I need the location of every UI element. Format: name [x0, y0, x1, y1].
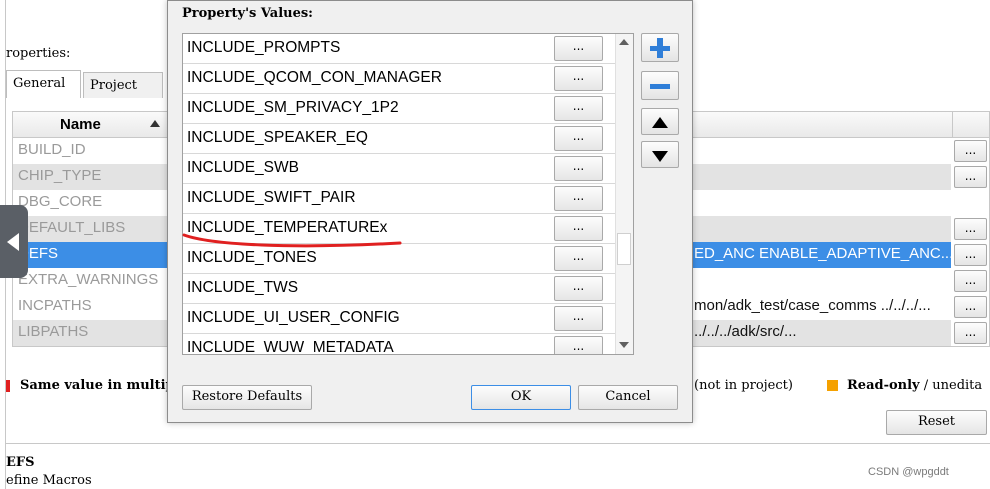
list-item[interactable]: INCLUDE_PROMPTS ... — [183, 34, 617, 64]
tab-general[interactable]: General — [6, 70, 81, 98]
legend-readonly-rest: / unedita — [923, 378, 983, 393]
list-item[interactable]: INCLUDE_TWS ... — [183, 274, 617, 304]
grid-row-name: CHIP_TYPE — [18, 167, 102, 184]
list-item[interactable]: INCLUDE_UI_USER_CONFIG ... — [183, 304, 617, 334]
move-down-button[interactable] — [641, 141, 679, 168]
scrollbar-thumb[interactable] — [617, 233, 631, 265]
incpaths-value: mon/adk_test/case_comms ../../../... — [694, 297, 931, 314]
legend-not-in-project: (not in project) — [694, 378, 793, 393]
properties-label: roperties: — [6, 46, 71, 61]
add-value-button[interactable] — [641, 33, 679, 62]
list-item[interactable]: INCLUDE_QCOM_CON_MANAGER ... — [183, 64, 617, 94]
libpaths-browse-button[interactable]: ... — [954, 322, 987, 344]
footer-divider — [6, 443, 990, 444]
property-values-dialog: Property's Values: INCLUDE_PROMPTS ... I… — [167, 0, 693, 423]
chip-type-browse-button[interactable]: ... — [954, 166, 987, 188]
grid-row-name: BUILD_ID — [18, 141, 86, 158]
extra-warnings-browse-button[interactable]: ... — [954, 270, 987, 292]
arrow-down-icon — [652, 151, 668, 162]
legend-readonly: Read-only / unedita — [847, 378, 982, 393]
edit-value-button[interactable]: ... — [554, 96, 603, 121]
name-column-header[interactable]: Name — [60, 116, 101, 133]
edit-value-button[interactable]: ... — [554, 336, 603, 354]
list-item-text: INCLUDE_WUW_METADATA — [187, 339, 394, 355]
grid-row-name: DBG_CORE — [18, 193, 103, 210]
default-libs-browse-button[interactable]: ... — [954, 218, 987, 240]
values-list[interactable]: INCLUDE_PROMPTS ... INCLUDE_QCOM_CON_MAN… — [182, 33, 634, 355]
property-values-label: Property's Values: — [182, 6, 313, 21]
legend-same-value: Same value in multip — [20, 378, 175, 393]
grid-row-name: EXTRA_WARNINGS — [18, 271, 159, 288]
defs-browse-button[interactable]: ... — [954, 244, 987, 266]
move-up-button[interactable] — [641, 108, 679, 135]
scroll-down-arrow-icon[interactable] — [619, 342, 629, 348]
list-item-text: INCLUDE_TWS — [187, 279, 299, 296]
footer-description: efine Macros — [6, 473, 92, 488]
ok-button[interactable]: OK — [471, 385, 571, 410]
edit-value-button[interactable]: ... — [554, 306, 603, 331]
reset-button[interactable]: Reset — [886, 410, 987, 435]
edit-value-button[interactable]: ... — [554, 126, 603, 151]
defs-value: ED_ANC ENABLE_ADAPTIVE_ANC... — [694, 245, 954, 262]
minus-icon — [650, 84, 670, 89]
list-item[interactable]: INCLUDE_SWB ... — [183, 154, 617, 184]
scroll-up-arrow-icon[interactable] — [619, 39, 629, 45]
grid-row-name: DEFAULT_LIBS — [18, 219, 126, 236]
list-item-text: INCLUDE_SPEAKER_EQ — [187, 129, 368, 146]
list-item-text: INCLUDE_QCOM_CON_MANAGER — [187, 69, 442, 86]
build-id-browse-button[interactable]: ... — [954, 140, 987, 162]
list-item[interactable]: INCLUDE_WUW_METADATA ... — [183, 334, 617, 355]
edit-value-button[interactable]: ... — [554, 156, 603, 181]
red-underline-annotation — [182, 233, 402, 248]
remove-value-button[interactable] — [641, 71, 679, 100]
grid-row-name: INCPATHS — [18, 297, 92, 314]
list-item[interactable]: INCLUDE_SWIFT_PAIR ... — [183, 184, 617, 214]
edit-value-button[interactable]: ... — [554, 186, 603, 211]
legend-red-square — [6, 380, 10, 392]
list-item-text: INCLUDE_TONES — [187, 249, 317, 266]
list-item[interactable]: INCLUDE_SM_PRIVACY_1P2 ... — [183, 94, 617, 124]
arrow-up-icon — [652, 117, 668, 128]
list-item-text: INCLUDE_PROMPTS — [187, 39, 341, 56]
list-item-text: INCLUDE_SWIFT_PAIR — [187, 189, 356, 206]
cancel-button[interactable]: Cancel — [578, 385, 678, 410]
legend-same-value-text: Same value in multip — [20, 378, 175, 393]
list-item-text: INCLUDE_SM_PRIVACY_1P2 — [187, 99, 399, 116]
plus-icon-vertical — [657, 38, 663, 58]
list-item-text: INCLUDE_SWB — [187, 159, 299, 176]
libpaths-value: ../../../adk/src/... — [694, 323, 797, 340]
edit-value-button[interactable]: ... — [554, 216, 603, 241]
watermark: CSDN @wpgddt — [868, 466, 949, 478]
column-divider — [952, 112, 953, 138]
legend-readonly-label: Read-only — [847, 378, 920, 393]
edit-value-button[interactable]: ... — [554, 36, 603, 61]
footer-title: EFS — [6, 455, 35, 470]
restore-defaults-button[interactable]: Restore Defaults — [182, 385, 312, 410]
grid-row-name: LIBPATHS — [18, 323, 89, 340]
list-scrollbar[interactable] — [615, 34, 633, 354]
incpaths-browse-button[interactable]: ... — [954, 296, 987, 318]
sort-ascending-icon — [150, 120, 160, 127]
edit-value-button[interactable]: ... — [554, 66, 603, 91]
edit-value-button[interactable]: ... — [554, 246, 603, 271]
tab-project[interactable]: Project — [83, 72, 163, 98]
list-item[interactable]: INCLUDE_SPEAKER_EQ ... — [183, 124, 617, 154]
list-item-text: INCLUDE_UI_USER_CONFIG — [187, 309, 400, 326]
chevron-left-icon — [7, 233, 19, 251]
edit-value-button[interactable]: ... — [554, 276, 603, 301]
legend-orange-square — [827, 380, 838, 391]
